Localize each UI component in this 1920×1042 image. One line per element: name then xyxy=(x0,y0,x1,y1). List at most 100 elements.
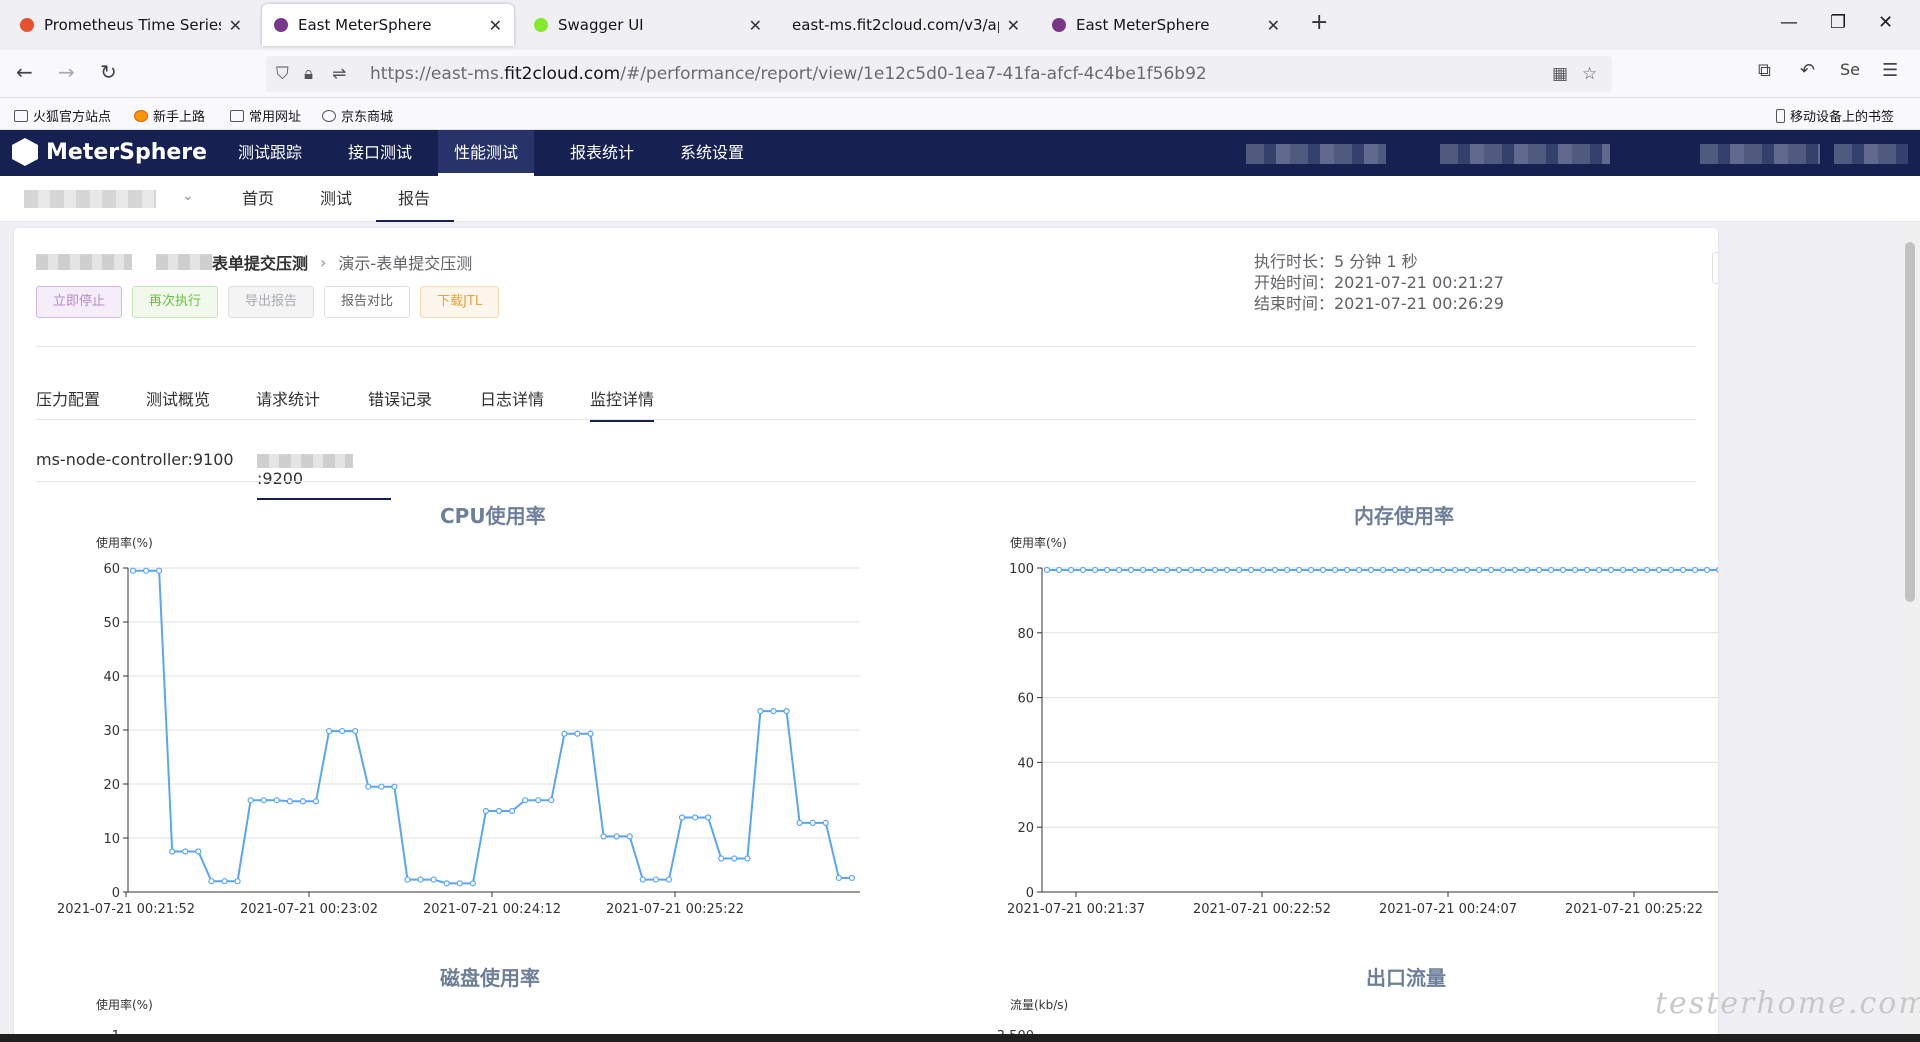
page-scrollbar[interactable] xyxy=(1900,222,1920,1042)
new-tab-icon[interactable]: + xyxy=(1310,10,1328,35)
mem-data-point xyxy=(1439,566,1447,574)
shield-icon[interactable]: ⛉ xyxy=(276,64,289,84)
app-header: MeterSphere 测试跟踪 接口测试 性能测试 报表统计 系统设置 xyxy=(0,130,1920,176)
url-text: https://east-ms.fit2cloud.com/#/performa… xyxy=(370,64,1207,84)
mem-ytick-label: 0 xyxy=(1026,886,1034,901)
browser-tab[interactable]: east-ms.fit2cloud.com/v3/api-dc ✕ xyxy=(780,4,1032,46)
forward-icon[interactable]: → xyxy=(58,60,75,84)
folder-icon xyxy=(14,109,28,122)
cpu-data-point xyxy=(169,848,176,855)
bookmark-item[interactable]: 常用网址 xyxy=(230,106,301,125)
nav-report-statistics[interactable]: 报表统计 xyxy=(554,130,650,176)
cpu-usage-chart: 0 10 20 30 40 50 60 2021-07-21 00:21:52 2021-07-… xyxy=(57,562,1718,1042)
mem-data-point xyxy=(1115,566,1123,574)
window-close-icon[interactable]: ✕ xyxy=(1878,12,1893,33)
browser-tab[interactable]: Prometheus Time Series Coll ✕ xyxy=(8,4,254,46)
browser-tab[interactable]: Swagger UI ✕ xyxy=(522,4,774,46)
mem-data-point xyxy=(1499,566,1507,574)
bookmark-item[interactable]: 移动设备上的书签 xyxy=(1776,106,1894,125)
menu-icon[interactable]: ☰ xyxy=(1882,60,1898,81)
mem-data-point xyxy=(1511,566,1519,574)
browser-tab-active[interactable]: East MeterSphere ✕ xyxy=(262,4,514,46)
back-icon[interactable]: ← xyxy=(16,60,33,84)
refresh-interval-select[interactable]: ↻ 10s ⌄ xyxy=(1712,252,1718,284)
cpu-data-point xyxy=(522,797,529,804)
browser-tab[interactable]: East MeterSphere ✕ xyxy=(1040,4,1292,46)
mem-data-point xyxy=(1475,566,1483,574)
close-icon[interactable]: ✕ xyxy=(1267,16,1280,35)
permissions-icon[interactable]: ⇌ xyxy=(332,64,346,84)
close-icon[interactable]: ✕ xyxy=(489,16,502,35)
scrollbar-thumb[interactable] xyxy=(1905,242,1915,602)
cpu-xtick-label: 2021-07-21 00:21:52 xyxy=(57,902,195,917)
cpu-data-point xyxy=(273,797,280,804)
nav-system-settings[interactable]: 系统设置 xyxy=(664,130,760,176)
cpu-data-point xyxy=(208,878,215,885)
cpu-data-point xyxy=(456,880,463,887)
reload-icon[interactable]: ↻ xyxy=(100,60,117,84)
mem-data-point xyxy=(1655,566,1663,574)
cpu-data-point xyxy=(260,797,267,804)
undo-icon[interactable]: ↶ xyxy=(1800,60,1815,81)
nav-performance-test[interactable]: 性能测试 xyxy=(438,130,535,176)
bookmark-item[interactable]: 京东商城 xyxy=(322,106,393,125)
cpu-data-point xyxy=(835,874,842,882)
mem-data-point xyxy=(1235,566,1243,574)
qrcode-icon[interactable]: ▦ xyxy=(1552,64,1568,84)
mem-xtick-label: 2021-07-21 00:22:52 xyxy=(1193,902,1331,917)
subnav-home[interactable]: 首页 xyxy=(220,176,296,222)
nav-api-test[interactable]: 接口测试 xyxy=(332,130,428,176)
address-bar[interactable]: ⛉ 🔒︎ ⇌ https://east-ms.fit2cloud.com/#/p… xyxy=(266,56,1612,92)
mem-data-point xyxy=(1559,566,1567,574)
project-selector[interactable] xyxy=(24,190,156,208)
chevron-down-icon[interactable]: ⌄ xyxy=(182,188,194,204)
mem-ytick-label: 100 xyxy=(1009,562,1034,577)
bookmark-label: 常用网址 xyxy=(249,110,302,125)
cpu-data-point xyxy=(129,567,137,574)
cpu-data-point xyxy=(156,567,163,574)
tab-title: Swagger UI xyxy=(558,16,644,34)
bookmark-item[interactable]: 火狐官方站点 xyxy=(14,106,111,125)
mem-data-point xyxy=(1259,566,1267,574)
star-icon[interactable]: ☆ xyxy=(1582,64,1597,84)
app-logo[interactable]: MeterSphere xyxy=(12,138,207,166)
mem-data-point xyxy=(1139,566,1147,574)
cpu-data-point xyxy=(691,814,699,821)
subnav-test[interactable]: 测试 xyxy=(298,176,374,222)
selenium-icon[interactable]: Se xyxy=(1840,60,1860,79)
close-icon[interactable]: ✕ xyxy=(1007,16,1020,35)
restore-icon[interactable]: ❐ xyxy=(1830,12,1846,33)
cpu-data-point xyxy=(469,880,476,887)
workspace-selector[interactable] xyxy=(1246,144,1386,164)
cpu-data-point xyxy=(508,807,516,815)
organization-selector[interactable] xyxy=(1440,144,1610,164)
bookmark-label: 新手上路 xyxy=(153,110,206,125)
mem-ytick-label: 80 xyxy=(1017,627,1034,642)
close-icon[interactable]: ✕ xyxy=(229,16,242,35)
subnav-report[interactable]: 报告 xyxy=(376,176,454,222)
mem-data-point xyxy=(1523,566,1531,574)
cpu-ytick-label: 50 xyxy=(103,616,120,631)
cpu-series-line xyxy=(133,569,852,885)
cpu-data-point xyxy=(182,848,189,855)
close-icon[interactable]: ✕ xyxy=(749,16,762,35)
mem-data-point xyxy=(1319,566,1327,574)
cpu-data-point xyxy=(443,880,450,887)
mem-data-point xyxy=(1355,566,1363,574)
screenshot-icon[interactable]: ⧉ xyxy=(1758,60,1771,81)
mem-data-point xyxy=(1283,566,1291,574)
minimize-icon[interactable]: — xyxy=(1780,12,1798,33)
cpu-ytick-label: 0 xyxy=(112,886,120,901)
language-selector[interactable] xyxy=(1700,144,1820,164)
mem-data-point xyxy=(1175,566,1183,574)
user-menu[interactable] xyxy=(1834,144,1908,164)
mem-ytick-label: 60 xyxy=(1017,692,1034,707)
cpu-data-point xyxy=(195,848,202,855)
mem-data-point xyxy=(1547,566,1555,574)
nav-test-tracking[interactable]: 测试跟踪 xyxy=(222,130,318,176)
cpu-data-point xyxy=(417,876,424,883)
bookmark-item[interactable]: 新手上路 xyxy=(134,106,205,125)
lock-icon[interactable]: 🔒︎ xyxy=(304,64,313,84)
performance-subnav: ⌄ 首页 测试 报告 xyxy=(0,176,1920,222)
tab-title: Prometheus Time Series Coll xyxy=(44,16,221,34)
